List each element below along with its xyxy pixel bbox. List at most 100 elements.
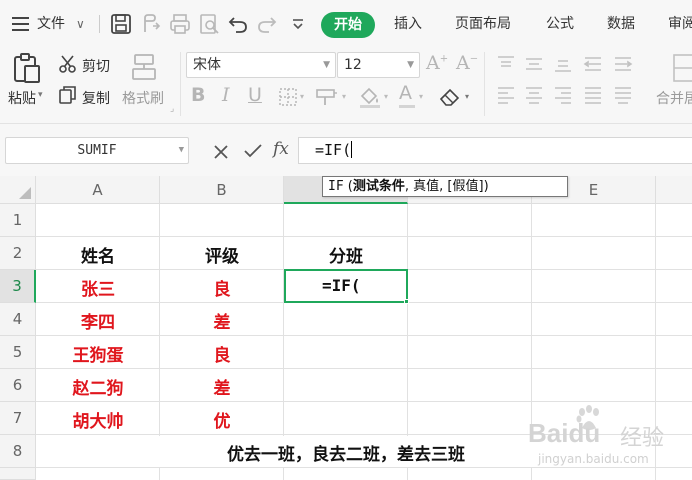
gridline <box>36 335 692 336</box>
increase-font-size-icon[interactable]: A+ <box>426 52 448 74</box>
row-header-6[interactable]: 6 <box>0 369 36 402</box>
paste-dropdown-icon[interactable]: ▾ <box>38 90 43 100</box>
formula-input[interactable]: =IF( <box>298 137 692 164</box>
confirm-edit-icon[interactable] <box>243 143 263 159</box>
font-name-select[interactable]: 宋体 ▼ <box>186 52 336 78</box>
tooltip-function-name[interactable]: IF <box>328 179 344 194</box>
gridline <box>36 368 692 369</box>
cell-a7[interactable]: 胡大帅 <box>36 407 160 432</box>
row-header-9[interactable] <box>0 468 36 480</box>
cell-b5[interactable]: 良 <box>160 341 284 366</box>
menu-bar: 文件 ∨ 开始 插入 页面布局 公式 数据 审阅 <box>0 0 692 48</box>
hamburger-menu-icon[interactable] <box>12 17 29 31</box>
borders-dropdown-icon[interactable]: ▾ <box>300 92 304 101</box>
clear-dropdown-icon[interactable]: ▾ <box>465 92 469 101</box>
tab-insert[interactable]: 插入 <box>394 10 422 38</box>
print-icon[interactable] <box>168 12 192 36</box>
font-name-value: 宋体 <box>193 57 221 73</box>
baidu-watermark: Baidu 经验 jingyan.baidu.com <box>528 404 692 474</box>
borders-icon[interactable] <box>279 88 297 106</box>
tab-formulas[interactable]: 公式 <box>546 10 574 38</box>
column-header-a[interactable]: A <box>36 176 160 204</box>
row-header-7[interactable]: 7 <box>0 402 36 435</box>
cell-a6[interactable]: 赵二狗 <box>36 374 160 399</box>
select-all-triangle-icon <box>19 187 31 199</box>
insert-function-icon[interactable]: fx <box>273 139 289 159</box>
watermark-brand-cn: 经验 <box>620 426 665 451</box>
cell-a5[interactable]: 王狗蛋 <box>36 341 160 366</box>
cell-style-icon[interactable] <box>316 87 338 107</box>
cell-c2-header-class[interactable]: 分班 <box>284 242 408 267</box>
cell-b2-header-grade[interactable]: 评级 <box>160 242 284 267</box>
chevron-down-icon: ▼ <box>407 60 414 70</box>
save-icon[interactable] <box>109 12 133 36</box>
row-header-8[interactable]: 8 <box>0 435 36 468</box>
cell-a3[interactable]: 张三 <box>36 275 160 300</box>
vertical-align-icons[interactable] <box>497 55 637 73</box>
cell-a4[interactable]: 李四 <box>36 308 160 333</box>
font-color-dropdown-icon[interactable]: ▾ <box>419 92 423 101</box>
tooltip-optional-argument: [假值] <box>447 179 484 194</box>
scissors-icon[interactable] <box>58 54 78 74</box>
paste-icon[interactable] <box>11 52 43 84</box>
name-box[interactable]: SUMIF ▼ <box>5 137 189 164</box>
fill-handle[interactable] <box>404 299 409 304</box>
decrease-font-size-icon[interactable]: A− <box>456 52 478 74</box>
tooltip-paren-close: ) <box>483 179 489 194</box>
copy-icon[interactable] <box>59 86 77 104</box>
bold-icon[interactable]: B <box>191 84 205 106</box>
export-pdf-icon[interactable] <box>139 12 163 36</box>
copy-button[interactable]: 复制 <box>82 88 110 108</box>
redo-icon[interactable] <box>255 12 279 36</box>
font-size-select[interactable]: 12 ▼ <box>337 52 420 78</box>
active-cell-c3[interactable]: =IF( <box>284 269 409 304</box>
select-all-corner[interactable] <box>0 176 36 204</box>
format-painter-icon[interactable] <box>129 52 159 82</box>
undo-icon[interactable] <box>226 12 250 36</box>
italic-icon[interactable]: I <box>222 84 230 106</box>
gridline <box>36 401 692 402</box>
horizontal-align-icons[interactable] <box>497 86 637 104</box>
cell-b3[interactable]: 良 <box>160 275 284 300</box>
paste-button[interactable]: 粘贴 <box>8 88 36 108</box>
eraser-icon[interactable] <box>438 86 462 108</box>
tab-page-layout[interactable]: 页面布局 <box>455 10 511 38</box>
row-header-1[interactable]: 1 <box>0 204 36 237</box>
tooltip-other-arguments: , 真值, <box>404 179 448 194</box>
row-header-4[interactable]: 4 <box>0 303 36 336</box>
customize-toolbar-icon[interactable] <box>286 12 310 36</box>
cell-b7[interactable]: 优 <box>160 407 284 432</box>
cell-style-dropdown-icon[interactable]: ▾ <box>342 92 346 101</box>
row-header-3[interactable]: 3 <box>0 270 36 303</box>
underline-icon[interactable]: U <box>248 84 262 106</box>
column-header-f[interactable] <box>656 176 692 204</box>
row-header-2[interactable]: 2 <box>0 237 36 270</box>
cell-b4[interactable]: 差 <box>160 308 284 333</box>
file-menu-chevron-icon[interactable]: ∨ <box>76 10 85 38</box>
menu-divider <box>99 15 100 33</box>
cell-a2-header-name[interactable]: 姓名 <box>36 242 160 267</box>
format-painter-button[interactable]: 格式刷 <box>122 88 164 108</box>
chevron-down-icon: ▼ <box>178 145 184 155</box>
font-size-value: 12 <box>344 57 362 73</box>
clipboard-expand-icon[interactable]: ⌟ <box>170 104 174 114</box>
column-header-b[interactable]: B <box>160 176 284 204</box>
tab-data[interactable]: 数据 <box>607 10 635 38</box>
fill-color-icon[interactable] <box>358 86 382 108</box>
file-menu[interactable]: 文件 <box>37 10 65 38</box>
cell-b6[interactable]: 差 <box>160 374 284 399</box>
text-cursor <box>351 141 353 158</box>
cut-button[interactable]: 剪切 <box>82 56 110 76</box>
function-argument-tooltip: IF (测试条件, 真值, [假值]) <box>322 176 568 197</box>
tab-start[interactable]: 开始 <box>321 12 375 38</box>
merge-center-button[interactable]: 合并居 <box>656 88 692 108</box>
print-preview-icon[interactable] <box>197 12 221 36</box>
fill-color-dropdown-icon[interactable]: ▾ <box>384 92 388 101</box>
row-header-5[interactable]: 5 <box>0 336 36 369</box>
cancel-edit-icon[interactable] <box>213 144 229 160</box>
font-color-icon[interactable]: A <box>399 82 412 104</box>
active-cell-text: =IF( <box>322 276 361 295</box>
merge-cells-icon[interactable] <box>672 53 692 83</box>
tooltip-paren-open: ( <box>343 179 353 194</box>
tab-review[interactable]: 审阅 <box>668 10 692 38</box>
